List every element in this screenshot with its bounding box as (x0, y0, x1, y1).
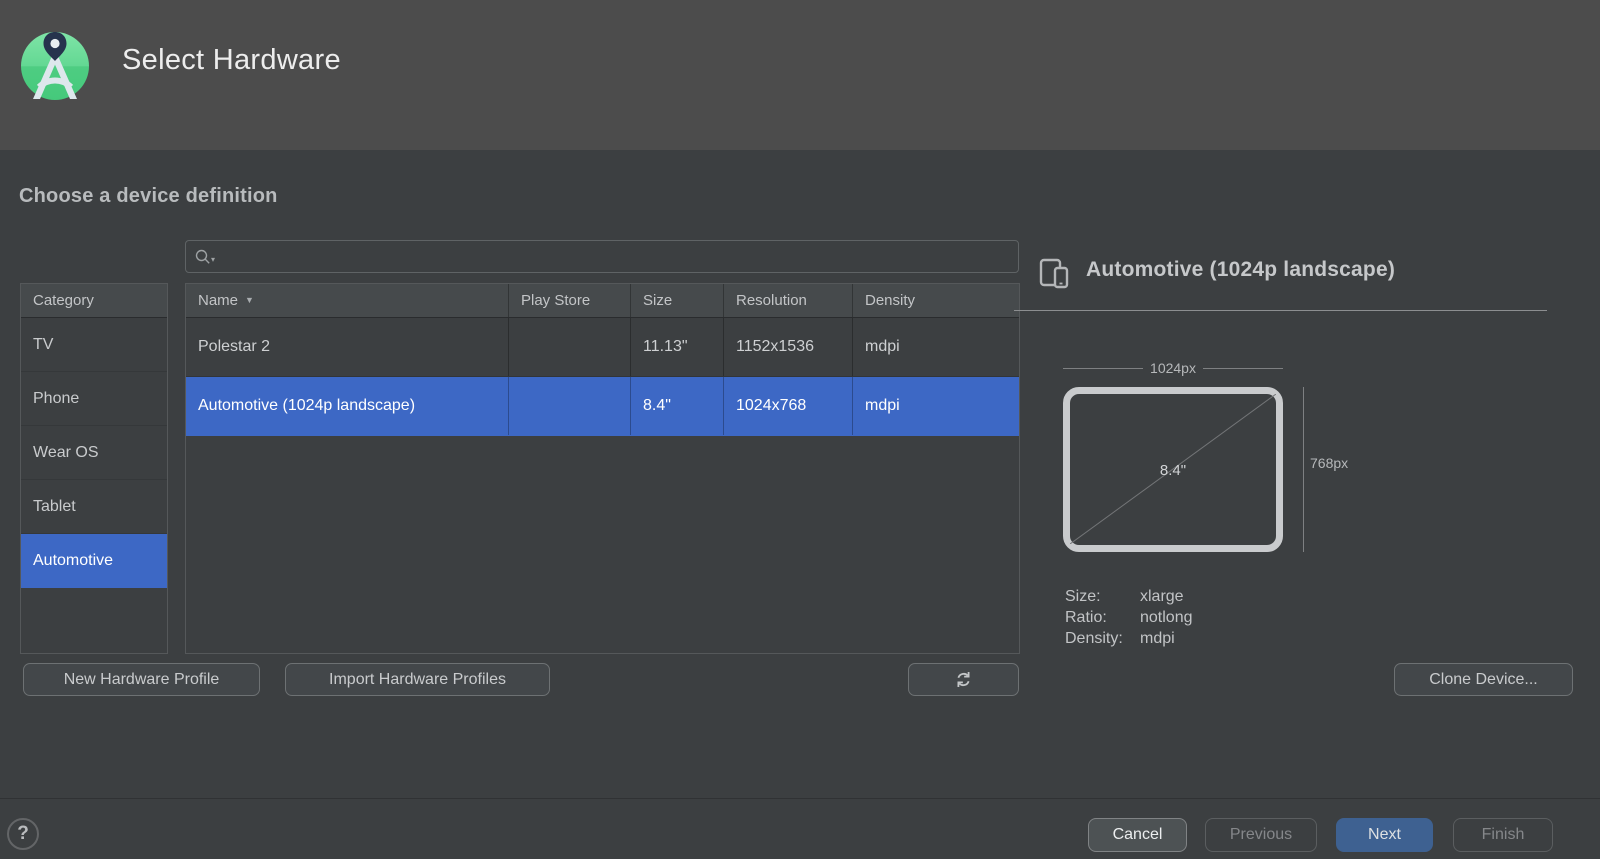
dialog-title: Select Hardware (122, 44, 341, 77)
devices-icon (1038, 256, 1072, 290)
android-studio-logo-icon (20, 26, 90, 100)
category-item-automotive[interactable]: Automotive (21, 534, 167, 588)
column-header-size[interactable]: Size (631, 284, 724, 317)
panel-divider (1014, 310, 1547, 311)
cell-size: 11.13" (631, 318, 724, 376)
cell-name: Automotive (1024p landscape) (186, 377, 509, 435)
help-button[interactable]: ? (7, 818, 39, 850)
selected-device-title: Automotive (1024p landscape) (1086, 258, 1395, 282)
device-table-header: Name▼ Play Store Size Resolution Density (186, 284, 1019, 318)
spec-size-value: xlarge (1140, 586, 1184, 607)
column-header-play-store[interactable]: Play Store (509, 284, 631, 317)
table-row-polestar-2[interactable]: Polestar 2 11.13" 1152x1536 mdpi (186, 318, 1019, 377)
cell-density: mdpi (853, 318, 1019, 376)
device-table: Name▼ Play Store Size Resolution Density… (185, 283, 1020, 654)
new-hardware-profile-button[interactable]: New Hardware Profile (23, 663, 260, 696)
search-icon (194, 248, 212, 266)
width-measure-line-right (1203, 368, 1283, 369)
cell-play-store (509, 318, 631, 376)
spec-size-label: Size: (1065, 586, 1140, 607)
device-search-box[interactable]: ▾ (185, 240, 1019, 273)
footer-divider (0, 798, 1600, 799)
device-specs: Size: xlarge Ratio: notlong Density: mdp… (1065, 586, 1193, 649)
column-header-resolution[interactable]: Resolution (724, 284, 853, 317)
page-heading: Choose a device definition (19, 185, 278, 208)
width-label: 1024px (1143, 360, 1203, 376)
category-item-tv[interactable]: TV (21, 318, 167, 372)
title-bar: Select Hardware (0, 0, 1600, 150)
spec-density-label: Density: (1065, 628, 1140, 649)
category-header: Category (21, 284, 167, 318)
column-header-name[interactable]: Name▼ (186, 284, 509, 317)
spec-ratio-value: notlong (1140, 607, 1193, 628)
category-panel: Category TV Phone Wear OS Tablet Automot… (20, 283, 168, 654)
cell-resolution: 1152x1536 (724, 318, 853, 376)
cell-play-store (509, 377, 631, 435)
category-item-wear-os[interactable]: Wear OS (21, 426, 167, 480)
import-hardware-profiles-button[interactable]: Import Hardware Profiles (285, 663, 550, 696)
height-measure-line (1303, 387, 1304, 552)
cell-size: 8.4" (631, 377, 724, 435)
next-button[interactable]: Next (1336, 818, 1433, 852)
sort-descending-icon: ▼ (245, 295, 254, 305)
diagonal-size-label: 8.4" (1140, 462, 1206, 479)
category-item-tablet[interactable]: Tablet (21, 480, 167, 534)
spec-ratio-label: Ratio: (1065, 607, 1140, 628)
column-header-density[interactable]: Density (853, 284, 1019, 317)
cell-resolution: 1024x768 (724, 377, 853, 435)
height-label: 768px (1310, 455, 1348, 471)
previous-button[interactable]: Previous (1205, 818, 1317, 852)
finish-button[interactable]: Finish (1453, 818, 1553, 852)
search-input[interactable] (217, 247, 1010, 266)
cancel-button[interactable]: Cancel (1088, 818, 1187, 852)
cell-density: mdpi (853, 377, 1019, 435)
clone-device-button[interactable]: Clone Device... (1394, 663, 1573, 696)
spec-density-value: mdpi (1140, 628, 1175, 649)
refresh-icon (955, 671, 972, 688)
width-measure-line-left (1063, 368, 1143, 369)
table-row-automotive-1024p[interactable]: Automotive (1024p landscape) 8.4" 1024x7… (186, 377, 1019, 436)
cell-name: Polestar 2 (186, 318, 509, 376)
refresh-button[interactable] (908, 663, 1019, 696)
category-item-phone[interactable]: Phone (21, 372, 167, 426)
search-options-chevron-icon[interactable]: ▾ (211, 255, 215, 264)
